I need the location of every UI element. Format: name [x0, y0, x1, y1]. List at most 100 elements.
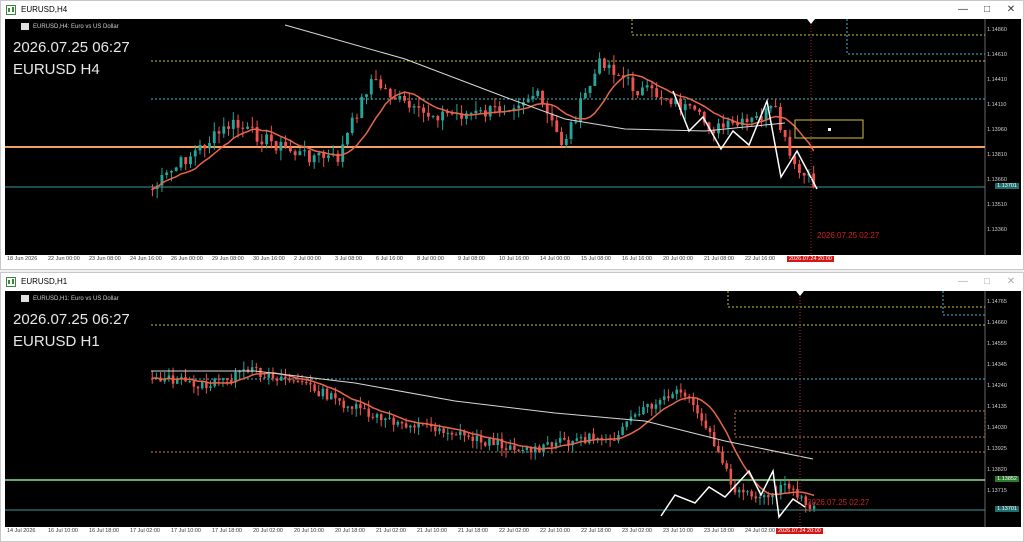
price-tick-label: 1.14555 [987, 341, 1007, 347]
price-tick-label: 1.14135 [987, 404, 1007, 410]
candle-body [607, 64, 611, 68]
candle-body [493, 106, 497, 108]
time-tick-label: 26 Jun 00:00 [171, 256, 203, 262]
candle-body [303, 150, 307, 152]
candle-body [241, 127, 245, 129]
candle-body [193, 150, 197, 157]
candle-body [598, 58, 602, 74]
candle-body [788, 136, 792, 156]
candle-body [629, 416, 633, 422]
candlestick-chart[interactable] [5, 19, 1021, 255]
candle-body [403, 95, 406, 101]
candle-body [726, 120, 730, 128]
candle-body [698, 109, 701, 112]
time-tick-label: 18 Jun 2026 [7, 256, 38, 262]
symbol-description: EURUSD,H4: Euro vs US Dollar [33, 24, 119, 30]
candle-body [802, 172, 806, 176]
candlestick-chart[interactable] [5, 291, 1021, 527]
window-titlebar[interactable]: EURUSD,H4 — □ ✕ [1, 1, 1023, 19]
chart-window-h1[interactable]: EURUSD,H1 — □ ✕ EURUSD,H1: Euro vs US Do… [0, 272, 1024, 542]
candle-body [469, 113, 473, 115]
candle-body [346, 132, 349, 145]
time-tick-label: 10 Jul 16:00 [499, 256, 529, 262]
candle-body [442, 428, 445, 433]
candle-body [696, 405, 699, 414]
candle-body [188, 381, 191, 383]
candle-body [184, 157, 188, 165]
candle-body [236, 119, 240, 128]
maximize-button[interactable]: □ [975, 273, 999, 291]
chart-window-icon [6, 5, 16, 15]
candle-body [796, 489, 799, 498]
candle-body [488, 106, 492, 117]
candle-body [274, 141, 278, 151]
price-chart[interactable]: EURUSD,H1: Euro vs US Dollar 2026.07.25 … [5, 291, 1021, 527]
candle-body [412, 106, 416, 108]
candle-body [725, 463, 728, 469]
candle-body [231, 119, 235, 129]
candle-body [300, 381, 304, 383]
candle-body [208, 143, 211, 149]
candle-body [298, 151, 302, 156]
candle-body [259, 367, 262, 378]
candle-body [413, 425, 416, 428]
candle-body [379, 414, 383, 421]
time-tick-label: 23 Jul 10:00 [663, 528, 693, 534]
time-tick-label: 22 Jun 00:00 [48, 256, 80, 262]
candle-body [346, 406, 350, 408]
candle-body [459, 431, 462, 436]
time-tag: 2026.07.24 20:00 [776, 528, 823, 534]
candle-body [350, 406, 354, 409]
candle-body [222, 126, 226, 134]
candle-body [650, 85, 654, 89]
candle-body [474, 110, 478, 114]
candle-body [312, 155, 316, 163]
price-chart[interactable]: EURUSD,H4: Euro vs US Dollar 2026.07.25 … [5, 19, 1021, 255]
minimize-button[interactable]: — [951, 1, 975, 19]
candle-body [526, 98, 530, 103]
candle-body [488, 438, 491, 446]
candle-body [325, 388, 329, 400]
time-tick-label: 23 Jul 02:00 [622, 528, 652, 534]
candle-body [341, 144, 345, 162]
candle-body [721, 123, 725, 128]
candle-body [688, 104, 692, 106]
time-tick-label: 22 Jul 02:00 [499, 528, 529, 534]
candle-body [778, 106, 782, 131]
minimize-button[interactable]: — [951, 273, 975, 291]
candle-body [260, 141, 264, 145]
candle-body [613, 439, 616, 441]
candle-body [712, 432, 716, 446]
candle-body [797, 164, 801, 173]
candle-body [398, 95, 402, 100]
time-tick-label: 15 Jul 08:00 [581, 256, 611, 262]
candle-body [436, 116, 440, 121]
maximize-button[interactable]: □ [975, 1, 999, 19]
close-button[interactable]: ✕ [999, 1, 1023, 19]
candle-body [225, 378, 229, 380]
time-tick-label: 20 Jul 18:00 [335, 528, 365, 534]
window-titlebar[interactable]: EURUSD,H1 — □ ✕ [1, 273, 1023, 291]
candle-body [446, 432, 450, 434]
candle-body [617, 74, 621, 76]
price-tick-label: 1.14860 [987, 27, 1007, 33]
candle-body [265, 134, 269, 145]
candle-body [675, 389, 678, 394]
candle-body [563, 437, 566, 440]
candle-body [660, 97, 663, 99]
candle-body [774, 106, 778, 108]
candle-body [255, 367, 258, 369]
close-button[interactable]: ✕ [999, 273, 1023, 291]
candle-body [498, 106, 502, 112]
price-tick-label: 1.14030 [987, 425, 1007, 431]
candle-body [284, 376, 287, 379]
candle-body [279, 141, 283, 151]
current-price-tag: 1.13701 [995, 506, 1019, 512]
chart-window-h4[interactable]: EURUSD,H4 — □ ✕ EURUSD,H4: Euro vs US Do… [0, 0, 1024, 270]
vline-time-label: 2026.07.25 02:27 [807, 498, 870, 507]
candle-body [621, 426, 624, 436]
time-marker-arrow [796, 291, 804, 296]
candle-body [579, 437, 583, 439]
candle-body [588, 85, 592, 93]
candle-body [280, 376, 283, 381]
